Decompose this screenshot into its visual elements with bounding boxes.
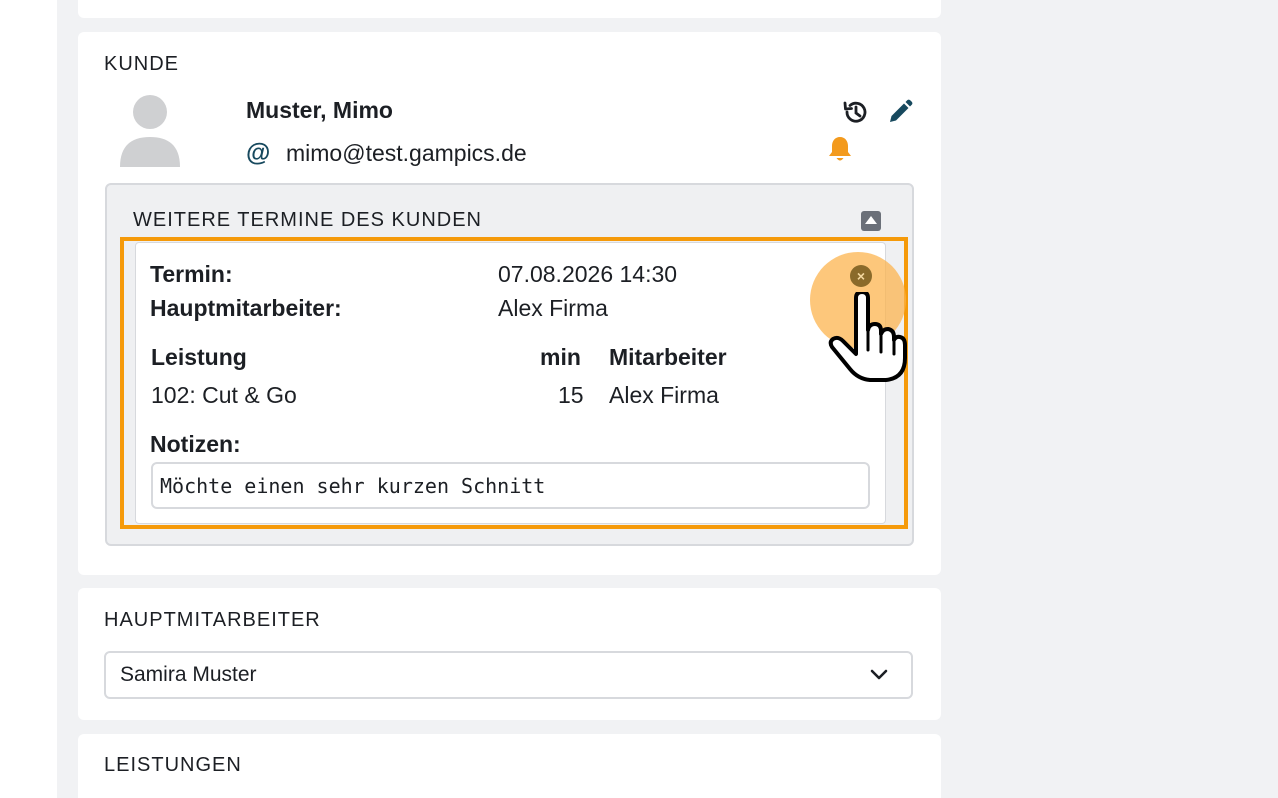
table-header-min: min [540,344,581,370]
main-employee-selected: Samira Muster [120,663,257,686]
edit-icon[interactable] [886,98,914,126]
customer-email-row[interactable]: @ mimo@test.gampics.de [246,138,527,168]
at-icon: @ [246,138,271,167]
services-card: LEISTUNGEN [78,734,941,798]
notes-label: Notizen: [150,431,241,457]
table-cell-employee: Alex Firma [609,382,719,408]
main-employee-card: HAUPTMITARBEITER Samira Muster [78,588,941,720]
customer-name[interactable]: Muster, Mimo [246,97,393,124]
main-employee-value: Alex Firma [498,295,608,321]
appointment-card: Termin: 07.08.2026 14:30 Hauptmitarbeite… [135,242,886,524]
other-appointments-panel: WEITERE TERMINE DES KUNDEN Termin: 07.08… [105,183,914,546]
customer-email[interactable]: mimo@test.gampics.de [286,140,527,167]
main-employee-label: Hauptmitarbeiter: [150,295,342,321]
history-icon[interactable] [842,98,870,126]
chevron-down-icon [870,669,888,680]
other-appointments-title: WEITERE TERMINE DES KUNDEN [133,209,482,231]
main-employee-section-title: HAUPTMITARBEITER [104,609,321,631]
bell-icon[interactable] [827,135,853,165]
table-cell-service: 102: Cut & Go [151,382,297,408]
table-header-leistung: Leistung [151,344,247,370]
notes-field[interactable]: Möchte einen sehr kurzen Schnitt [151,462,870,509]
close-circle-icon[interactable]: × [850,265,872,287]
table-header-mitarbeiter: Mitarbeiter [609,344,727,370]
left-gutter [0,0,57,798]
hand-pointer-icon [828,292,907,382]
customer-section-title: KUNDE [104,53,180,75]
services-section-title: LEISTUNGEN [104,754,242,776]
collapse-caret-up-icon[interactable] [861,211,881,231]
previous-card [78,0,941,18]
table-cell-minutes: 15 [558,382,584,408]
avatar-icon [120,95,180,167]
termin-value: 07.08.2026 14:30 [498,261,678,287]
main-employee-select[interactable]: Samira Muster [104,651,913,699]
termin-label: Termin: [150,261,233,287]
